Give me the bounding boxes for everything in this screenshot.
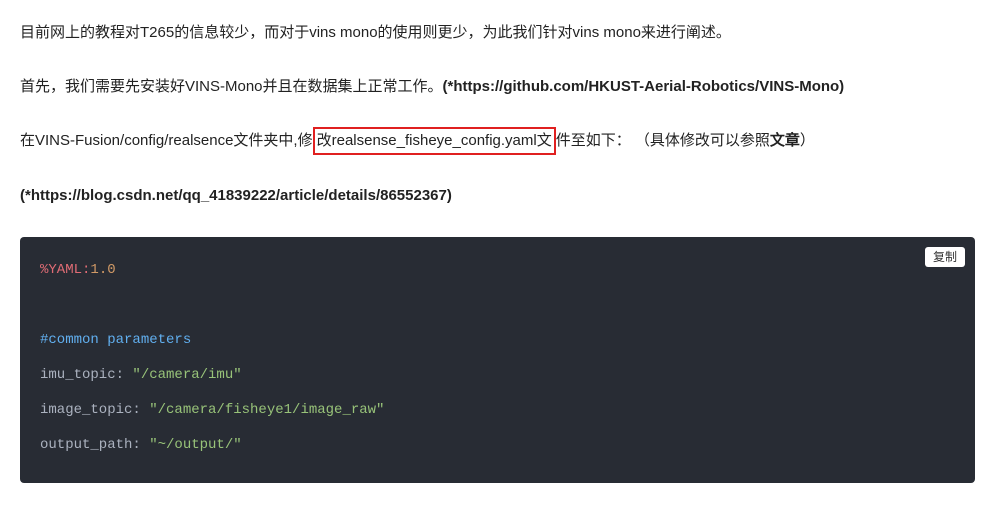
config-filename-highlight: 改realsense_fisheye_config.yaml文 <box>313 127 556 155</box>
article-body: 目前网上的教程对T265的信息较少，而对于vins mono的使用则更少，为此我… <box>20 20 975 483</box>
install-text: 首先，我们需要先安装好VINS-Mono并且在数据集上正常工作。 <box>20 78 443 95</box>
paragraph-install: 首先，我们需要先安装好VINS-Mono并且在数据集上正常工作。(*https:… <box>20 74 975 100</box>
config-article-word: 文章 <box>770 132 800 149</box>
yaml-code-block: 复制 %YAML:1.0 #common parameters imu_topi… <box>20 237 975 483</box>
config-tail: ） <box>800 132 815 149</box>
config-post: 件至如下： （具体修改可以参照 <box>556 132 770 149</box>
code-line-imu-topic: imu_topic: "/camera/imu" <box>40 358 955 393</box>
code-line-output-path: output_path: "~/output/" <box>40 428 955 463</box>
copy-button[interactable]: 复制 <box>925 247 965 268</box>
code-line-comment: #common parameters <box>40 323 955 358</box>
code-line-image-topic: image_topic: "/camera/fisheye1/image_raw… <box>40 393 955 428</box>
config-pre: 在VINS-Fusion/config/realsence文件夹中,修 <box>20 132 313 149</box>
vins-mono-repo-link: (*https://github.com/HKUST-Aerial-Roboti… <box>443 78 845 95</box>
paragraph-intro: 目前网上的教程对T265的信息较少，而对于vins mono的使用则更少，为此我… <box>20 20 975 46</box>
code-blank-line <box>40 288 955 323</box>
code-line-yaml-header: %YAML:1.0 <box>40 253 955 288</box>
paragraph-config: 在VINS-Fusion/config/realsence文件夹中,修改real… <box>20 127 975 155</box>
paragraph-blog-link: (*https://blog.csdn.net/qq_41839222/arti… <box>20 183 975 209</box>
